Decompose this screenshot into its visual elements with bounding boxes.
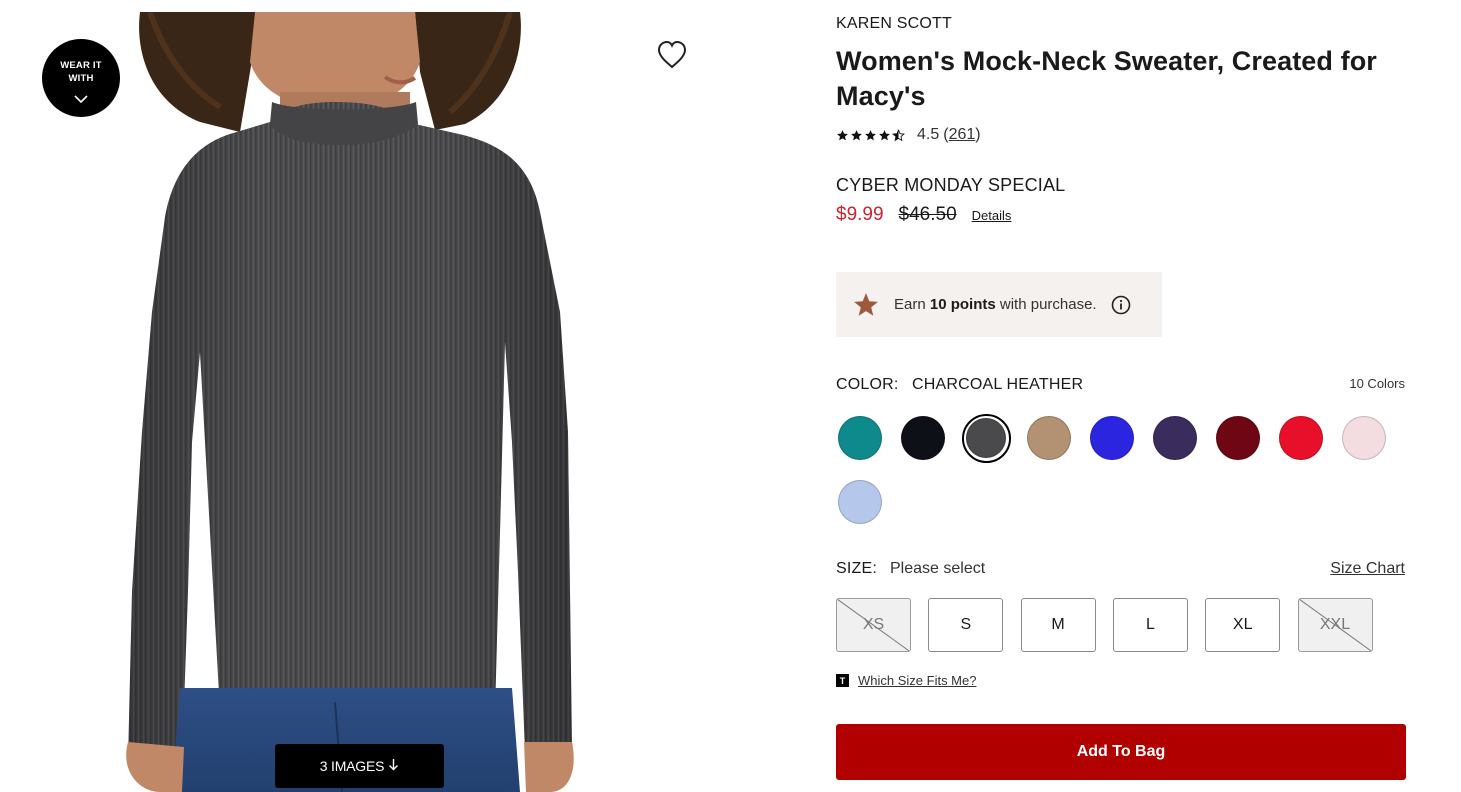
star-icon <box>837 129 848 140</box>
wear-it-with-button[interactable]: WEAR IT WITH <box>42 39 120 117</box>
size-option-label: M <box>1051 616 1065 633</box>
rating-value: 4.5 <box>917 126 940 143</box>
heart-icon[interactable] <box>656 40 688 70</box>
color-label: COLOR: <box>836 376 899 393</box>
color-swatch[interactable] <box>1342 416 1386 460</box>
color-swatch[interactable] <box>1153 416 1197 460</box>
review-count-link[interactable]: 261 <box>949 126 976 144</box>
star-icon <box>851 129 862 140</box>
images-button[interactable]: 3 IMAGES <box>275 744 444 788</box>
size-option-label: L <box>1145 616 1155 633</box>
color-swatch[interactable] <box>1279 416 1323 460</box>
size-chart-link[interactable]: Size Chart <box>1330 560 1405 578</box>
fit-tool-logo: T <box>836 674 849 687</box>
loyalty-points-banner: Earn 10 points with purchase. <box>836 272 1162 337</box>
star-icon <box>852 292 880 318</box>
color-swatch[interactable] <box>838 480 882 524</box>
size-option-m[interactable]: M <box>1020 598 1096 652</box>
star-icon <box>879 129 890 140</box>
original-price: $46.50 <box>898 204 957 225</box>
brand-link[interactable]: KAREN SCOTT <box>836 15 952 33</box>
color-swatch[interactable] <box>966 418 1006 458</box>
product-title: Women's Mock-Neck Sweater, Created for M… <box>836 46 1377 111</box>
size-option-l[interactable]: L <box>1112 598 1188 652</box>
promo-label: CYBER MONDAY SPECIAL <box>836 175 1066 195</box>
size-option-label: XS <box>862 616 885 633</box>
product-page: WEAR IT WITH 3 IMAGES KAREN SCOTT Women'… <box>0 0 1461 792</box>
rating-stars <box>836 128 905 142</box>
sale-price: $9.99 <box>836 204 884 225</box>
color-swatch[interactable] <box>901 416 945 460</box>
points-text: Earn 10 points with purchase. <box>894 296 1097 313</box>
size-label: SIZE: <box>836 560 878 577</box>
add-to-bag-button[interactable]: Add To Bag <box>836 724 1406 780</box>
color-swatch[interactable] <box>1027 416 1071 460</box>
size-option-xs[interactable]: XS <box>836 598 911 652</box>
chevron-down-icon <box>74 91 88 109</box>
size-option-xl[interactable]: XL <box>1205 598 1281 652</box>
color-count: 10 Colors <box>1349 376 1405 391</box>
size-option-label: XL <box>1232 616 1253 633</box>
which-size-link[interactable]: Which Size Fits Me? <box>858 673 976 688</box>
size-option-label: XXL <box>1319 616 1351 633</box>
rating-summary[interactable]: 4.5 (261) <box>836 126 981 144</box>
price-block: $9.99 $46.50 Details <box>836 204 1011 226</box>
points-amount: 10 points <box>929 296 996 313</box>
rating-close-paren: ) <box>975 126 981 143</box>
star-icon <box>865 129 876 140</box>
size-option-s[interactable]: S <box>928 598 1004 652</box>
size-option-xxl[interactable]: XXL <box>1297 598 1373 652</box>
star-half-icon <box>892 128 905 141</box>
which-size-fits-me[interactable]: T Which Size Fits Me? <box>836 673 976 688</box>
arrow-down-icon <box>388 758 399 774</box>
size-option-label: S <box>960 616 972 633</box>
color-swatch[interactable] <box>1090 416 1134 460</box>
product-image-gallery: WEAR IT WITH 3 IMAGES <box>0 0 760 792</box>
selected-color-name: CHARCOAL HEATHER <box>912 376 1084 393</box>
wear-it-with-label: WEAR IT WITH <box>60 60 102 84</box>
selected-size-value: Please select <box>890 560 986 577</box>
points-prefix: Earn <box>894 296 930 313</box>
product-image[interactable] <box>120 12 580 792</box>
info-icon[interactable] <box>1111 295 1131 315</box>
color-swatch[interactable] <box>838 416 882 460</box>
price-details-link[interactable]: Details <box>972 208 1012 223</box>
product-info-panel: KAREN SCOTT Women's Mock-Neck Sweater, C… <box>836 0 1406 792</box>
images-button-label: 3 IMAGES <box>319 758 385 774</box>
points-suffix: with purchase. <box>995 296 1097 313</box>
color-swatch[interactable] <box>1216 416 1260 460</box>
